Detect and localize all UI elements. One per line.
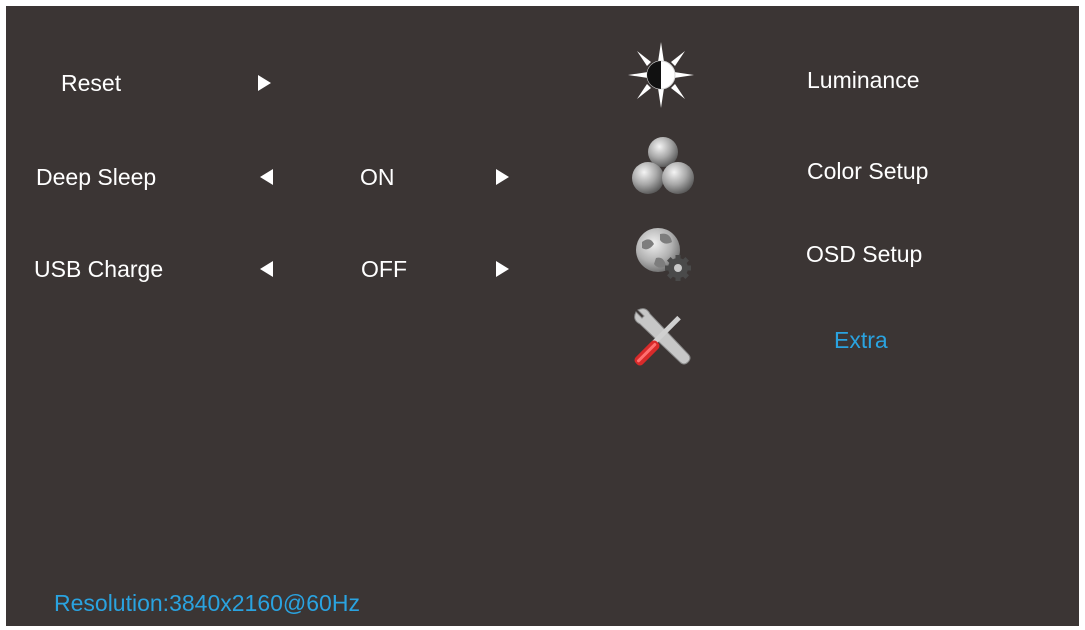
sun-contrast-icon[interactable] <box>626 40 696 110</box>
deep-sleep-row: Deep Sleep ON <box>6 158 546 198</box>
menu-item-osd-setup[interactable]: OSD Setup <box>806 241 922 267</box>
usb-charge-row: USB Charge OFF <box>6 250 546 290</box>
menu-item-color-setup[interactable]: Color Setup <box>807 158 928 184</box>
usb-charge-value[interactable]: OFF <box>361 256 407 282</box>
usb-charge-arrow-left-icon[interactable] <box>260 261 273 277</box>
menu-item-extra[interactable]: Extra <box>834 327 888 353</box>
color-balls-icon[interactable] <box>628 130 698 200</box>
reset-label: Reset <box>61 70 122 96</box>
usb-charge-arrow-right-icon[interactable] <box>496 261 509 277</box>
reset-row[interactable]: Reset <box>6 62 306 102</box>
tools-icon[interactable] <box>628 302 698 372</box>
globe-gear-icon[interactable] <box>628 218 698 288</box>
osd-menu-panel: Reset Deep Sleep ON USB Charge OFF Lumin… <box>6 6 1079 626</box>
usb-charge-label: USB Charge <box>34 256 164 282</box>
deep-sleep-arrow-right-icon[interactable] <box>496 169 509 185</box>
resolution-status: Resolution:3840x2160@60Hz <box>54 590 360 616</box>
deep-sleep-arrow-left-icon[interactable] <box>260 169 273 185</box>
reset-arrow-right-icon[interactable] <box>258 75 271 91</box>
deep-sleep-value[interactable]: ON <box>360 164 395 190</box>
menu-item-luminance[interactable]: Luminance <box>807 67 920 93</box>
deep-sleep-label: Deep Sleep <box>36 164 157 190</box>
